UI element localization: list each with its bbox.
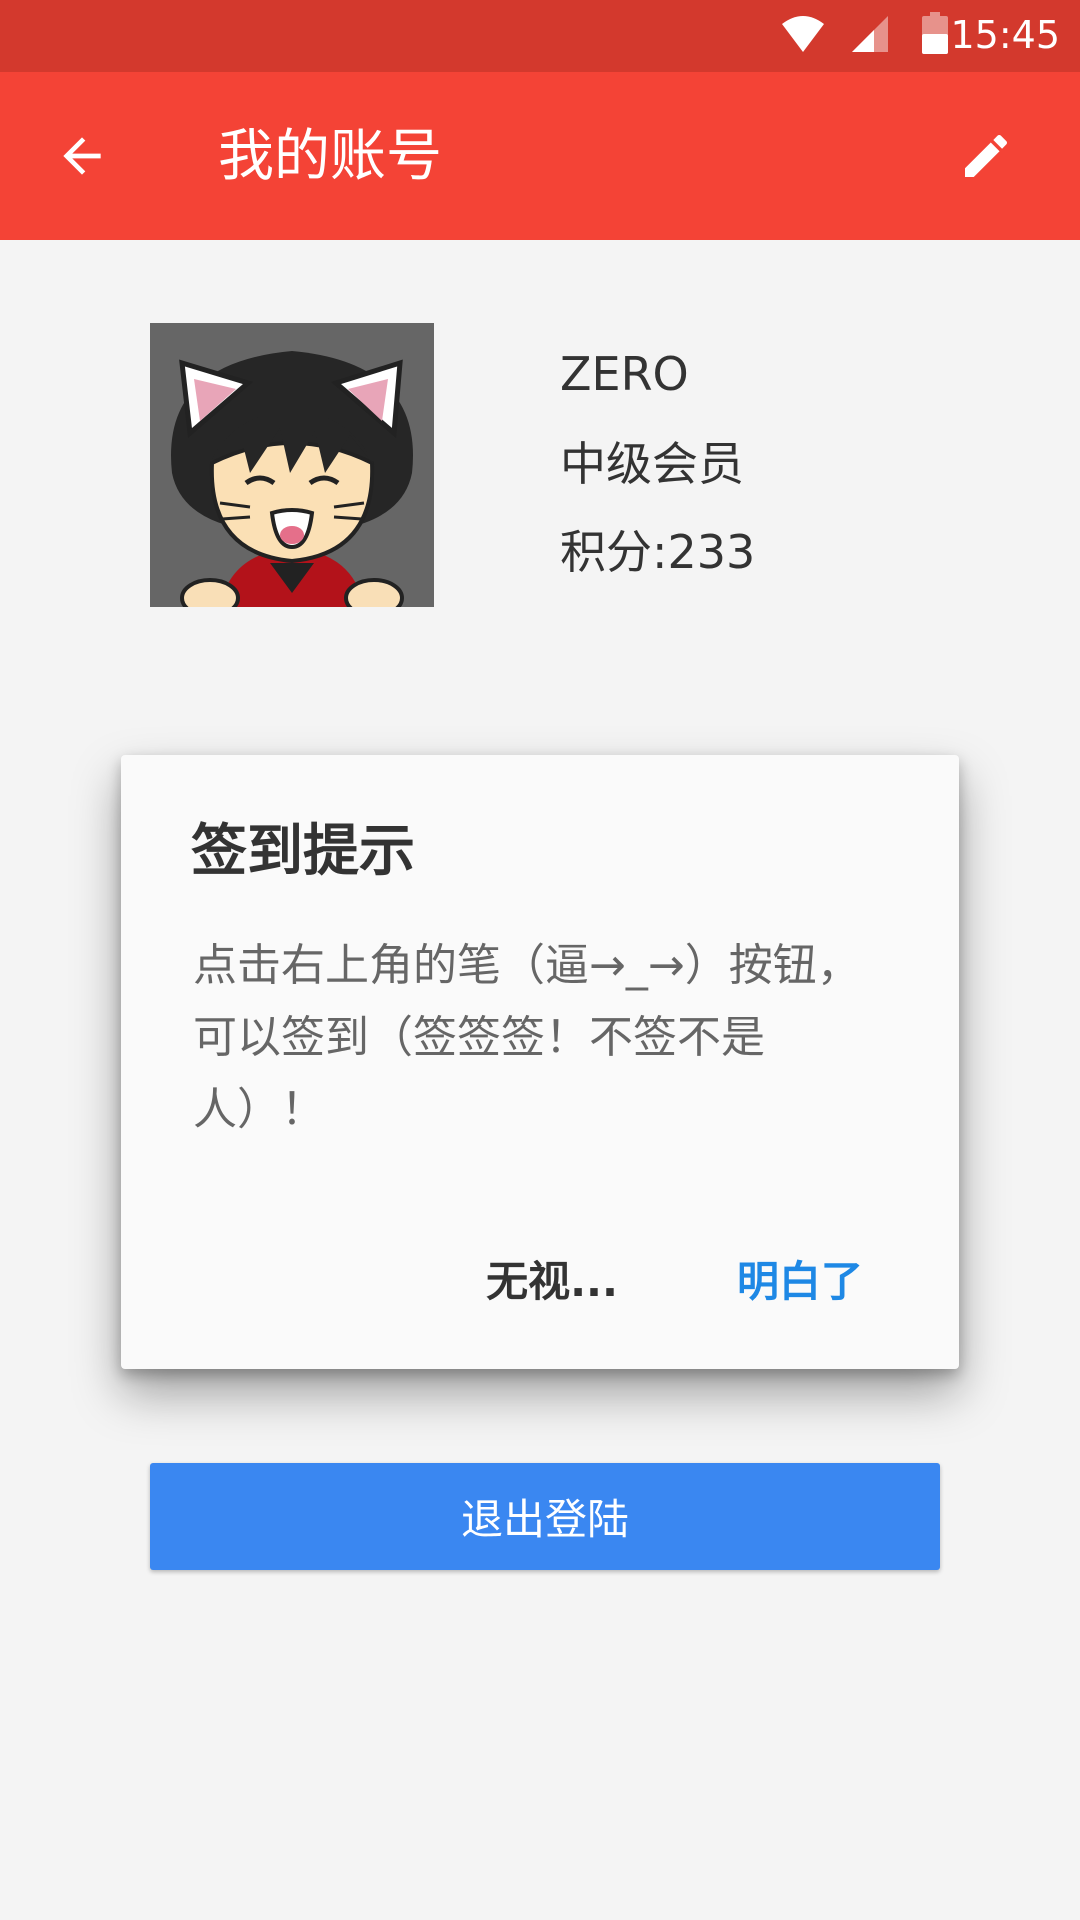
- profile-level: 中级会员: [560, 437, 744, 491]
- logout-button[interactable]: 退出登陆: [150, 1463, 940, 1570]
- profile-name: ZERO: [560, 347, 689, 401]
- status-time: 15:45: [950, 13, 1060, 57]
- dialog-title: 签到提示: [191, 819, 415, 884]
- status-bar: 15:45: [0, 0, 1080, 72]
- arrow-back-icon: [63, 137, 101, 175]
- avatar[interactable]: [150, 323, 434, 607]
- cat-boy-avatar-icon: [150, 323, 434, 607]
- wifi-icon: [782, 16, 824, 52]
- profile-points: 积分:233: [560, 525, 756, 579]
- dialog-message: 点击右上角的笔（逼→_→）按钮，可以签到（签签签！不签不是人）！: [193, 940, 861, 1135]
- edit-signin-button[interactable]: [954, 124, 1018, 188]
- ignore-button[interactable]: 无视...: [457, 1238, 647, 1318]
- page-title: 我的账号: [218, 124, 442, 189]
- battery-icon: [922, 12, 948, 54]
- app-bar: 我的账号: [0, 72, 1080, 240]
- signin-tip-dialog: 签到提示 点击右上角的笔（逼→_→）按钮，可以签到（签签签！不签不是人）！ 无视…: [121, 755, 959, 1369]
- pencil-icon: [965, 134, 1008, 177]
- back-button[interactable]: [50, 124, 114, 188]
- signal-icon: [852, 16, 888, 52]
- ok-button[interactable]: 明白了: [705, 1238, 895, 1318]
